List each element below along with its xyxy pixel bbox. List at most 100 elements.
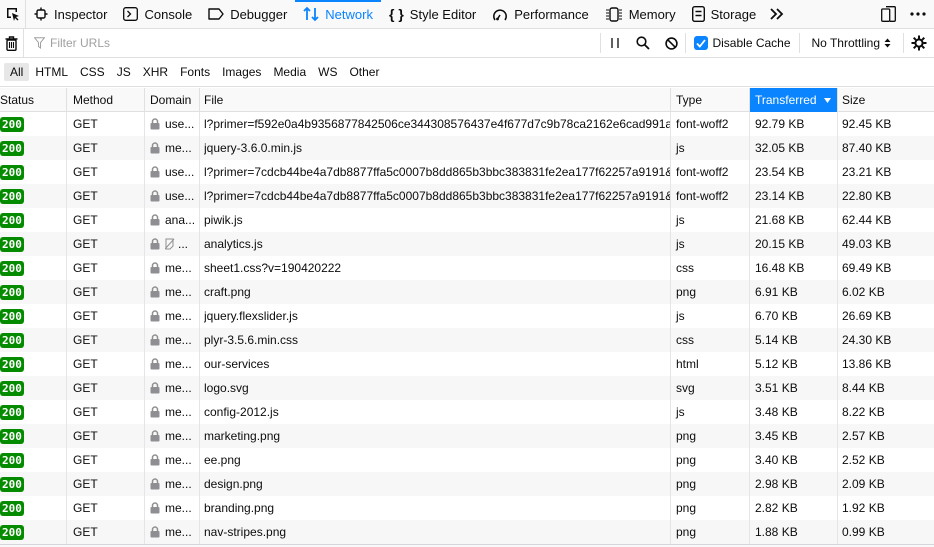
element-picker-button[interactable] [0, 0, 26, 29]
transferred-cell: 6.70 KB [750, 304, 838, 328]
file-name: our-services [204, 357, 270, 371]
column-header-domain[interactable]: Domain [145, 88, 200, 112]
lock-icon [150, 526, 160, 538]
lock-icon [150, 334, 160, 346]
type-cell: js [671, 136, 750, 160]
request-row[interactable]: 200 GET me... nav-stripes.png png 1.88 K… [0, 520, 934, 544]
file-name: craft.png [204, 285, 251, 299]
request-row[interactable]: 200 GET me... config-2012.js js 3.48 KB … [0, 400, 934, 424]
tab-debugger[interactable]: Debugger [200, 0, 295, 29]
domain-text: me... [165, 405, 192, 419]
type-cell: font-woff2 [671, 184, 750, 208]
transferred-cell: 5.12 KB [750, 352, 838, 376]
type-cell: svg [671, 376, 750, 400]
network-settings-button[interactable] [904, 29, 934, 58]
tab-network[interactable]: Network [295, 0, 381, 29]
request-row[interactable]: 200 GET ... analytics.js js 20.15 KB 49.… [0, 232, 934, 256]
request-row[interactable]: 200 GET me... jquery.flexslider.js js 6.… [0, 304, 934, 328]
domain-text: use... [165, 165, 195, 179]
method-cell: GET [67, 112, 145, 136]
request-row[interactable]: 200 GET ana... piwik.js js 21.68 KB 62.4… [0, 208, 934, 232]
requests-table: Status Method Domain File Type Transferr… [0, 88, 934, 544]
column-header-type[interactable]: Type [671, 88, 750, 112]
tab-console[interactable]: Console [115, 0, 200, 29]
type-filter-images[interactable]: Images [216, 63, 267, 81]
status-badge: 200 [0, 476, 24, 492]
lock-icon [150, 358, 160, 370]
domain-text: me... [165, 429, 192, 443]
tab-memory[interactable]: Memory [597, 0, 684, 29]
request-row[interactable]: 200 GET me... ee.png png 3.40 KB 2.52 KB [0, 448, 934, 472]
throttling-select[interactable]: No Throttling [800, 36, 903, 50]
pause-button[interactable] [601, 29, 629, 58]
domain-cell: ana... [145, 208, 200, 232]
tab-storage[interactable]: Storage [684, 0, 765, 29]
column-header-size[interactable]: Size [838, 88, 934, 112]
column-header-transferred[interactable]: Transferred [750, 88, 838, 112]
type-filter-fonts[interactable]: Fonts [174, 63, 216, 81]
block-requests-button[interactable] [657, 29, 685, 58]
domain-cell: me... [145, 424, 200, 448]
filter-field[interactable] [24, 29, 600, 58]
request-row[interactable]: 200 GET me... our-services html 5.12 KB … [0, 352, 934, 376]
method-cell: GET [67, 184, 145, 208]
transferred-cell: 3.48 KB [750, 400, 838, 424]
request-row[interactable]: 200 GET me... craft.png png 6.91 KB 6.02… [0, 280, 934, 304]
debugger-icon [208, 8, 224, 20]
file-name: marketing.png [204, 429, 281, 443]
type-filter-all[interactable]: All [4, 63, 30, 81]
tab-performance[interactable]: Performance [484, 0, 596, 29]
size-cell: 1.92 KB [842, 501, 885, 515]
tab-inspector[interactable]: Inspector [26, 0, 115, 29]
search-icon [636, 36, 651, 50]
type-filter-ws[interactable]: WS [312, 63, 343, 81]
tab-label: Memory [628, 6, 676, 22]
request-row[interactable]: 200 GET me... plyr-3.5.6.min.css css 5.1… [0, 328, 934, 352]
domain-text: me... [165, 333, 192, 347]
column-header-method[interactable]: Method [67, 88, 145, 112]
search-button[interactable] [629, 29, 657, 58]
domain-text: me... [165, 357, 192, 371]
type-filter-other[interactable]: Other [343, 63, 385, 81]
type-filter-media[interactable]: Media [267, 63, 312, 81]
disable-cache-checkbox[interactable] [694, 36, 709, 50]
filter-urls-input[interactable] [50, 36, 550, 50]
status-cell: 200 [0, 280, 67, 304]
request-row[interactable]: 200 GET me... logo.svg svg 3.51 KB 8.44 … [0, 376, 934, 400]
file-cell: design.png [200, 472, 671, 496]
domain-cell: me... [145, 256, 200, 280]
clear-button[interactable] [0, 28, 24, 58]
request-row[interactable]: 200 GET me... marketing.png png 3.45 KB … [0, 424, 934, 448]
type-filter-xhr[interactable]: XHR [137, 63, 174, 81]
type-filter-js[interactable]: JS [111, 63, 137, 81]
method-cell: GET [67, 424, 145, 448]
status-badge: 200 [0, 188, 24, 204]
request-row[interactable]: 200 GET me... branding.png png 2.82 KB 1… [0, 496, 934, 520]
transferred-cell: 23.54 KB [750, 160, 838, 184]
type-filter-html[interactable]: HTML [29, 63, 74, 81]
more-options-button[interactable] [910, 12, 926, 16]
disable-cache-toggle[interactable]: Disable Cache [686, 36, 798, 50]
method-cell: GET [67, 520, 145, 544]
type-filter-css[interactable]: CSS [74, 63, 111, 81]
sort-descending-icon [824, 97, 831, 103]
transferred-cell: 21.68 KB [750, 208, 838, 232]
request-row[interactable]: 200 GET me... sheet1.css?v=190420222 css… [0, 256, 934, 280]
more-tabs-button[interactable] [764, 0, 790, 29]
lock-icon [150, 286, 160, 298]
column-header-file[interactable]: File [200, 88, 671, 112]
transferred-cell: 5.14 KB [750, 328, 838, 352]
request-row[interactable]: 200 GET me... design.png png 2.98 KB 2.0… [0, 472, 934, 496]
column-header-status[interactable]: Status [0, 88, 67, 112]
filter-icon [34, 37, 45, 49]
dock-toggle-button[interactable] [881, 6, 896, 22]
request-row[interactable]: 200 GET use... l?primer=7cdcb44be4a7db88… [0, 160, 934, 184]
request-row[interactable]: 200 GET use... l?primer=7cdcb44be4a7db88… [0, 184, 934, 208]
transferred-cell: 92.79 KB [750, 112, 838, 136]
request-row[interactable]: 200 GET use... l?primer=f592e0a4b9356877… [0, 112, 934, 136]
type-cell: png [671, 472, 750, 496]
size-cell: 87.40 KB [842, 141, 892, 155]
method-cell: GET [67, 304, 145, 328]
tab-style-editor[interactable]: { } Style Editor [381, 0, 484, 29]
request-row[interactable]: 200 GET me... jquery-3.6.0.min.js js 32.… [0, 136, 934, 160]
